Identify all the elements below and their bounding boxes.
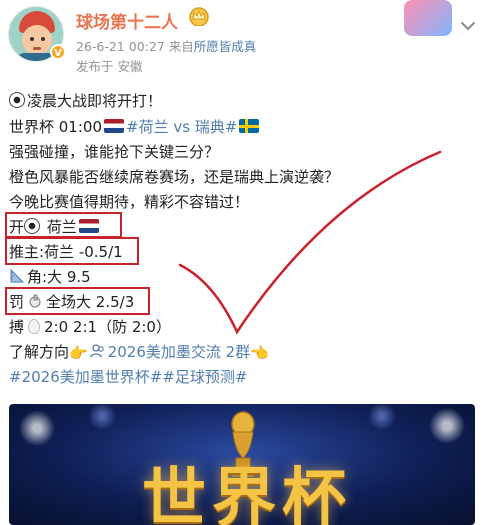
post-header: V 球场第十二人 26-6-21 00:27 来自所愿皆成真 发布于 安徽 xyxy=(0,0,485,78)
content-line-1: 凌晨大战即将开打！ xyxy=(9,90,162,112)
post-location: 发布于 安徽 xyxy=(76,59,143,74)
topic-tags[interactable]: #2026美加墨世界杯##足球预测# xyxy=(9,366,247,388)
content-line-5: 今晚比赛值得期待，精彩不容错过！ xyxy=(9,193,250,211)
crown-icon xyxy=(189,7,209,26)
group-link[interactable]: 2026美加墨交流 2群 xyxy=(108,343,251,361)
sticker-icon[interactable] xyxy=(404,0,452,36)
verified-badge-icon: V xyxy=(50,44,66,60)
highlight-box-open xyxy=(5,212,122,238)
content-line-4: 橙色风暴能否继续席卷赛场，还是瑞典上演逆袭？ xyxy=(9,168,340,186)
source-link[interactable]: 所愿皆成真 xyxy=(194,39,257,54)
flag-sweden-icon xyxy=(239,119,260,133)
content-line-3: 强强碰撞，谁能抢下关键三分？ xyxy=(9,143,220,161)
username[interactable]: 球场第十二人 xyxy=(76,8,178,33)
highlight-box-penalty xyxy=(5,287,150,315)
source-prefix: 来自 xyxy=(168,39,194,54)
soccer-ball-icon xyxy=(9,92,25,108)
post-meta: 26-6-21 00:27 来自所愿皆成真 xyxy=(76,36,256,55)
egg-icon xyxy=(28,319,41,334)
content-line-8: 角:大 9.5 xyxy=(9,266,91,288)
content-line-2: 世界杯 01:00 #荷兰 vs 瑞典# xyxy=(9,116,261,138)
highlight-box-pick xyxy=(5,237,139,265)
world-cup-banner-image[interactable]: 世界杯 xyxy=(9,404,475,525)
content-line-11: 了解方向👉 2026美加墨交流 2群👈 xyxy=(9,343,269,362)
flag-netherlands-icon xyxy=(104,119,124,133)
ruler-icon xyxy=(10,268,25,283)
pointing-hand-icon: 👈 xyxy=(250,344,269,362)
content-line-10: 搏 2:0 2:1（防 2:0） xyxy=(9,318,171,336)
banner-title: 世界杯 xyxy=(142,462,352,525)
pointing-hand-icon: 👉 xyxy=(69,344,88,362)
topic-tag-match[interactable]: #荷兰 vs 瑞典# xyxy=(126,118,237,136)
chevron-down-icon[interactable] xyxy=(458,16,478,36)
post-time: 26-6-21 00:27 xyxy=(76,39,165,54)
group-icon xyxy=(90,344,104,358)
